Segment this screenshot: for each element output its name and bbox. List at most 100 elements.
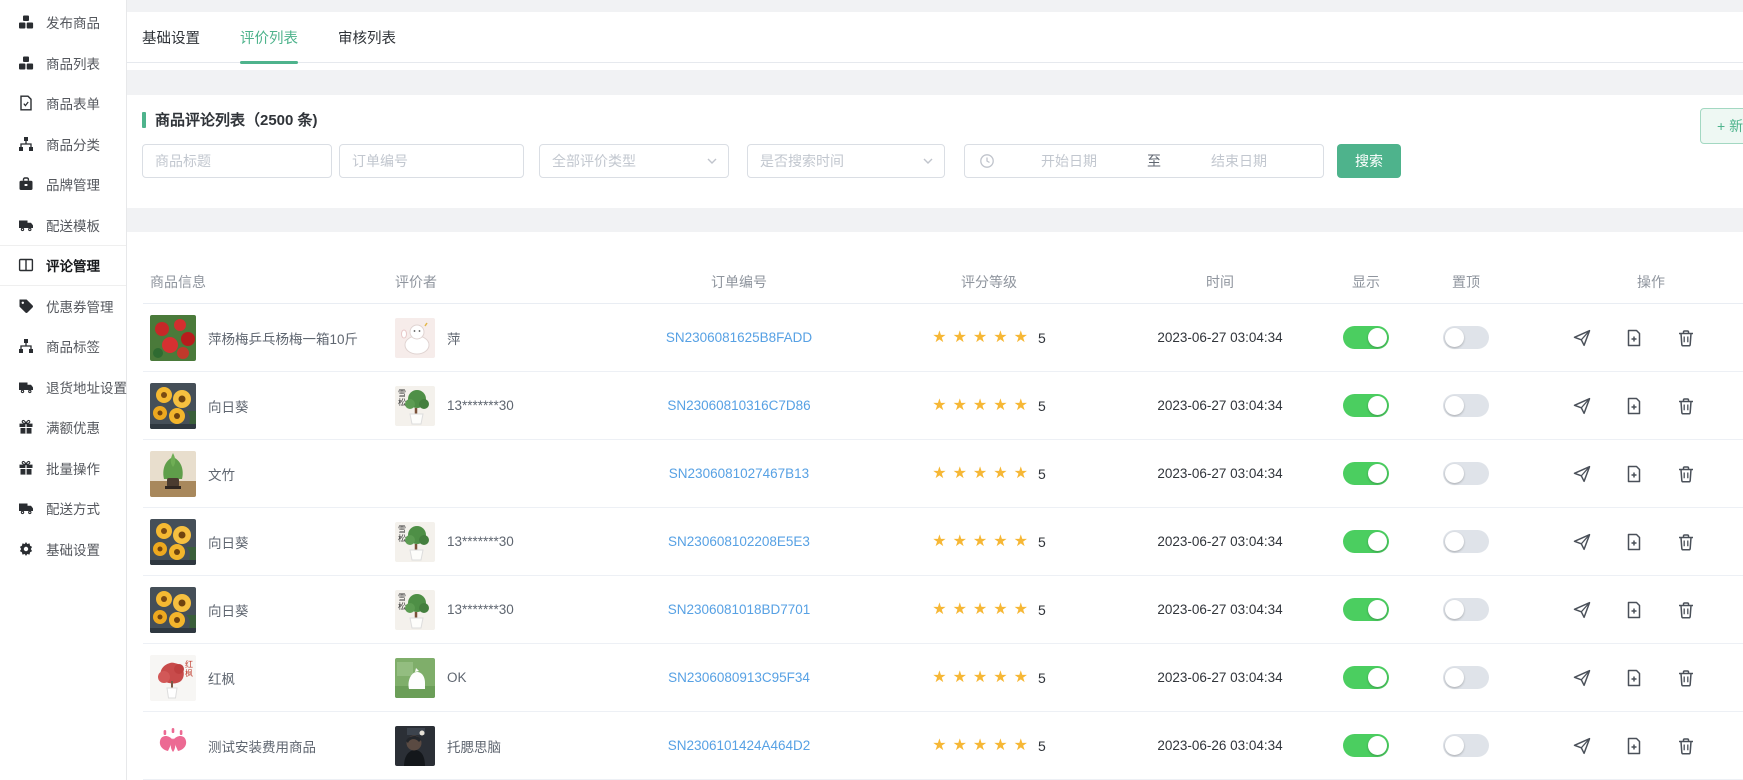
reviewer-name: 托腮思脑	[447, 736, 501, 756]
pinned-toggle[interactable]	[1443, 666, 1489, 689]
file-add-button[interactable]	[1625, 601, 1643, 619]
order-no-input[interactable]	[339, 144, 524, 178]
file-add-button[interactable]	[1625, 397, 1643, 415]
send-button[interactable]	[1573, 737, 1591, 755]
file-add-button[interactable]	[1625, 737, 1643, 755]
section-title-row: 商品评论列表（2500 条)	[127, 95, 1743, 131]
review-time: 2023-06-26 03:04:34	[1157, 738, 1282, 753]
send-button[interactable]	[1573, 669, 1591, 687]
tab-audit-list[interactable]: 审核列表	[338, 12, 396, 63]
product-image	[150, 723, 196, 769]
table-row: 萍杨梅乒乓杨梅一箱10斤 萍 SN2306081625B8FADD ★★★★★ …	[143, 304, 1743, 372]
tab-review-list[interactable]: 评价列表	[240, 12, 298, 63]
date-start-placeholder[interactable]: 开始日期	[995, 151, 1143, 171]
order-no-link[interactable]: SN2306081625B8FADD	[666, 330, 812, 345]
sidebar-item-delivery-template[interactable]: 配送模板	[0, 205, 126, 246]
product-title-input[interactable]	[142, 144, 332, 178]
column-header: 显示	[1311, 272, 1421, 292]
star-rating: ★★★★★	[932, 398, 1034, 414]
review-type-select[interactable]: 全部评价类型	[539, 144, 729, 178]
product-image: 红枫	[150, 655, 196, 701]
review-time: 2023-06-27 03:04:34	[1157, 534, 1282, 549]
table-row: 向日葵 雪松 13*******30 SN2306081018BD7701 ★★…	[143, 576, 1743, 644]
pinned-toggle[interactable]	[1443, 734, 1489, 757]
order-no-link[interactable]: SN2306101424A464D2	[668, 738, 811, 753]
search-button[interactable]: 搜索	[1337, 144, 1401, 178]
visible-toggle[interactable]	[1343, 530, 1389, 553]
pinned-toggle[interactable]	[1443, 326, 1489, 349]
sidebar-item-delivery-method[interactable]: 配送方式	[0, 488, 126, 529]
briefcase-icon	[18, 176, 34, 192]
order-no-link[interactable]: SN2306080913C95F34	[668, 670, 810, 685]
active-tab-underline	[240, 61, 298, 64]
product-image	[150, 315, 196, 361]
review-time: 2023-06-27 03:04:34	[1157, 330, 1282, 345]
tabs-bar: 基础设置评价列表审核列表	[127, 12, 1743, 63]
trash-button[interactable]	[1677, 533, 1695, 551]
visible-toggle[interactable]	[1343, 462, 1389, 485]
sidebar-item-full-discount[interactable]: 满额优惠	[0, 407, 126, 448]
trash-button[interactable]	[1677, 737, 1695, 755]
rating-value: 5	[1038, 602, 1046, 618]
truck-icon	[18, 217, 34, 233]
gift-icon	[18, 419, 34, 435]
sidebar-item-return-address-settings[interactable]: 退货地址设置	[0, 367, 126, 408]
tab-basic-settings[interactable]: 基础设置	[142, 12, 200, 63]
trash-button[interactable]	[1677, 397, 1695, 415]
send-button[interactable]	[1573, 601, 1591, 619]
pinned-toggle[interactable]	[1443, 530, 1489, 553]
main-area: 基础设置评价列表审核列表 商品评论列表（2500 条) + 新增 全部评价类型 …	[127, 0, 1743, 780]
visible-toggle[interactable]	[1343, 598, 1389, 621]
sidebar-item-comment-management[interactable]: 评论管理	[0, 245, 126, 286]
order-no-link[interactable]: SN230608102208E5E3	[668, 534, 810, 549]
send-button[interactable]	[1573, 397, 1591, 415]
order-no-link[interactable]: SN2306081027467B13	[669, 466, 809, 481]
trash-button[interactable]	[1677, 601, 1695, 619]
add-button[interactable]: + 新增	[1700, 108, 1743, 144]
svg-text:枫: 枫	[185, 668, 193, 678]
pinned-toggle[interactable]	[1443, 598, 1489, 621]
file-add-button[interactable]	[1625, 669, 1643, 687]
tabs-card: 基础设置评价列表审核列表	[127, 12, 1743, 70]
sidebar-item-publish-product[interactable]: 发布商品	[0, 2, 126, 43]
trash-button[interactable]	[1677, 465, 1695, 483]
search-time-select[interactable]: 是否搜索时间	[747, 144, 945, 178]
visible-toggle[interactable]	[1343, 394, 1389, 417]
pinned-toggle[interactable]	[1443, 462, 1489, 485]
date-end-placeholder[interactable]: 结束日期	[1165, 151, 1313, 171]
date-range-picker[interactable]: 开始日期 至 结束日期	[964, 144, 1324, 178]
visible-toggle[interactable]	[1343, 326, 1389, 349]
sidebar-item-basic-settings[interactable]: 基础设置	[0, 529, 126, 570]
visible-toggle[interactable]	[1343, 734, 1389, 757]
reviewer-avatar	[395, 318, 435, 358]
send-button[interactable]	[1573, 533, 1591, 551]
visible-toggle[interactable]	[1343, 666, 1389, 689]
pinned-toggle[interactable]	[1443, 394, 1489, 417]
tag-icon	[18, 298, 34, 314]
trash-button[interactable]	[1677, 329, 1695, 347]
chevron-down-icon	[922, 155, 934, 167]
send-button[interactable]	[1573, 329, 1591, 347]
app-window: 发布商品 商品列表 商品表单 商品分类 品牌管理 配送模板 评论管理 优惠券管理…	[0, 0, 1743, 780]
sidebar-item-product-tag[interactable]: 商品标签	[0, 326, 126, 367]
file-add-button[interactable]	[1625, 329, 1643, 347]
send-button[interactable]	[1573, 465, 1591, 483]
svg-text:雪: 雪	[398, 525, 406, 534]
product-image	[150, 519, 196, 565]
file-add-button[interactable]	[1625, 533, 1643, 551]
trash-button[interactable]	[1677, 669, 1695, 687]
sidebar-item-product-category[interactable]: 商品分类	[0, 124, 126, 165]
sidebar-item-product-list[interactable]: 商品列表	[0, 43, 126, 84]
reviewer-avatar: 雪松	[395, 386, 435, 426]
table-header-row: 商品信息评价者订单编号评分等级时间显示置顶操作	[143, 232, 1743, 304]
review-table-card: 商品信息评价者订单编号评分等级时间显示置顶操作 萍杨梅乒乓杨梅一箱10斤 萍 S…	[127, 232, 1743, 780]
file-add-button[interactable]	[1625, 465, 1643, 483]
order-no-link[interactable]: SN23060810316C7D86	[667, 398, 810, 413]
sidebar-item-coupon-management[interactable]: 优惠券管理	[0, 286, 126, 327]
sidebar-item-brand-management[interactable]: 品牌管理	[0, 164, 126, 205]
review-time: 2023-06-27 03:04:34	[1157, 670, 1282, 685]
column-header: 时间	[1129, 272, 1311, 292]
sidebar-item-product-form[interactable]: 商品表单	[0, 83, 126, 124]
order-no-link[interactable]: SN2306081018BD7701	[668, 602, 811, 617]
sidebar-item-batch-operation[interactable]: 批量操作	[0, 448, 126, 489]
